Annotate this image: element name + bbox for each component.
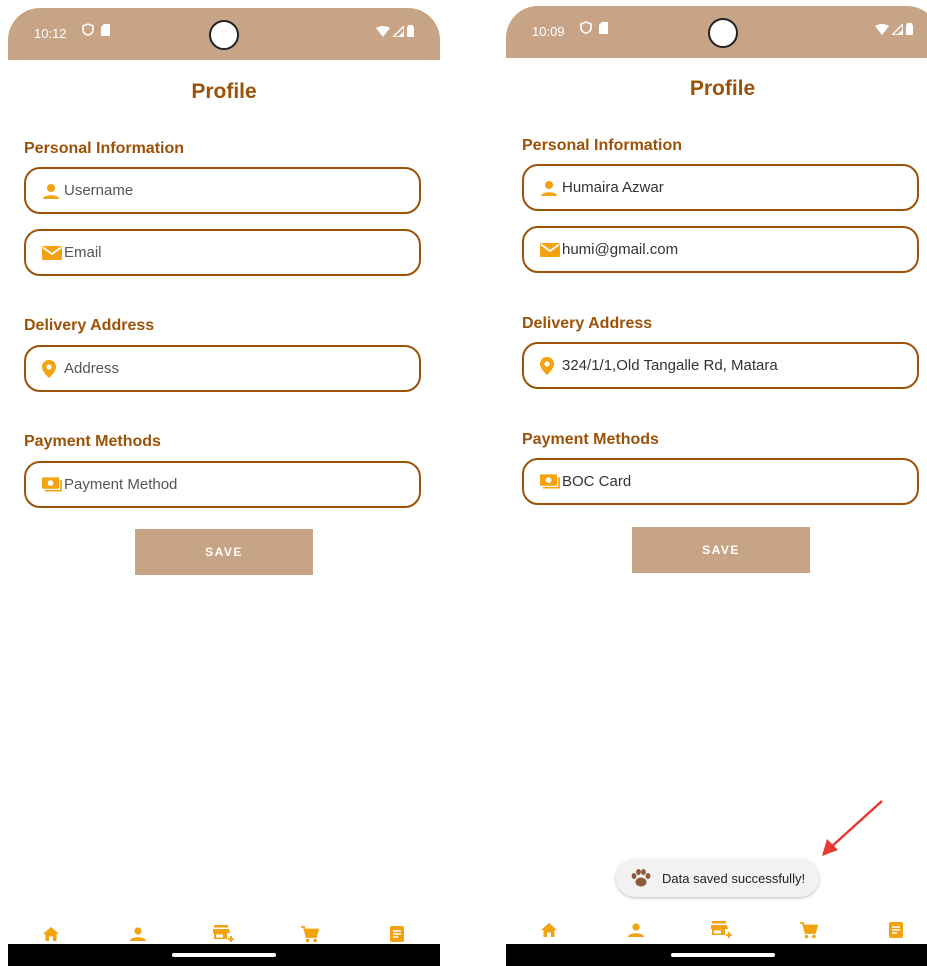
cart-icon[interactable] bbox=[797, 918, 821, 942]
sim-card-icon bbox=[599, 21, 608, 34]
person-icon bbox=[42, 183, 62, 199]
section-payment-methods: Payment Methods bbox=[24, 433, 161, 450]
home-indicator[interactable] bbox=[670, 953, 775, 957]
profile-icon[interactable] bbox=[624, 918, 648, 942]
page-title: Profile bbox=[689, 77, 756, 100]
sim-card-icon bbox=[101, 23, 110, 36]
gesture-bar bbox=[506, 944, 927, 966]
status-time: 10:12 bbox=[34, 26, 67, 41]
battery-icon bbox=[906, 23, 913, 35]
cart-icon[interactable] bbox=[298, 922, 322, 946]
email-value: humi@gmail.com bbox=[562, 241, 679, 258]
email-placeholder: Email bbox=[64, 244, 102, 261]
location-pin-icon bbox=[42, 359, 62, 378]
save-button[interactable]: SAVE bbox=[135, 529, 313, 575]
phone-screen-left: 10:12 Profile Personal Information Usern… bbox=[8, 8, 440, 966]
person-icon bbox=[540, 180, 560, 196]
camera-cutout bbox=[707, 18, 738, 48]
payment-icon bbox=[540, 474, 560, 489]
username-value: Humaira Azwar bbox=[562, 179, 664, 196]
payment-method-value: BOC Card bbox=[562, 473, 632, 490]
toast-notification: Data saved successfully! bbox=[616, 859, 820, 897]
address-placeholder: Address bbox=[64, 360, 120, 377]
wifi-icon bbox=[376, 25, 390, 37]
username-placeholder: Username bbox=[64, 182, 134, 199]
payment-method-field[interactable]: BOC Card bbox=[522, 458, 919, 505]
signal-icon bbox=[393, 25, 404, 37]
status-icons-right bbox=[376, 25, 414, 37]
shield-icon bbox=[580, 21, 592, 34]
camera-cutout bbox=[209, 20, 239, 50]
paw-icon bbox=[630, 868, 652, 888]
address-field[interactable]: 324/1/1,Old Tangalle Rd, Matara bbox=[522, 342, 919, 389]
orders-icon[interactable] bbox=[884, 918, 908, 942]
page-title: Profile bbox=[191, 80, 257, 103]
section-personal-information: Personal Information bbox=[24, 140, 185, 157]
username-field[interactable]: Humaira Azwar bbox=[522, 164, 919, 211]
section-personal-information: Personal Information bbox=[522, 137, 683, 154]
status-icons-left bbox=[580, 21, 608, 34]
bottom-navigation bbox=[506, 912, 927, 948]
orders-icon[interactable] bbox=[385, 922, 409, 946]
profile-icon[interactable] bbox=[126, 922, 150, 946]
home-icon[interactable] bbox=[537, 918, 561, 942]
address-field[interactable]: Address bbox=[24, 345, 421, 392]
battery-icon bbox=[407, 25, 414, 37]
home-indicator[interactable] bbox=[172, 953, 276, 957]
mail-icon bbox=[540, 242, 560, 257]
section-delivery-address: Delivery Address bbox=[522, 315, 653, 332]
location-pin-icon bbox=[540, 356, 560, 375]
section-delivery-address: Delivery Address bbox=[24, 317, 155, 334]
gesture-bar bbox=[8, 944, 440, 966]
email-field[interactable]: humi@gmail.com bbox=[522, 226, 919, 273]
payment-icon bbox=[42, 477, 62, 492]
signal-icon bbox=[892, 23, 903, 35]
wifi-icon bbox=[875, 23, 889, 35]
status-bar: 10:12 bbox=[8, 8, 440, 60]
add-store-icon[interactable] bbox=[710, 918, 734, 942]
status-bar: 10:09 bbox=[506, 6, 927, 58]
status-icons-left bbox=[82, 23, 110, 36]
status-time: 10:09 bbox=[532, 24, 565, 39]
address-value: 324/1/1,Old Tangalle Rd, Matara bbox=[562, 357, 778, 374]
payment-method-placeholder: Payment Method bbox=[64, 476, 178, 493]
save-button[interactable]: SAVE bbox=[632, 527, 810, 573]
section-payment-methods: Payment Methods bbox=[522, 431, 659, 448]
shield-icon bbox=[82, 23, 94, 36]
home-icon[interactable] bbox=[39, 922, 63, 946]
status-icons-right bbox=[875, 23, 913, 35]
email-field[interactable]: Email bbox=[24, 229, 421, 276]
red-arrow-annotation bbox=[822, 800, 883, 856]
mail-icon bbox=[42, 245, 62, 260]
payment-method-field[interactable]: Payment Method bbox=[24, 461, 421, 508]
toast-message: Data saved successfully! bbox=[662, 870, 806, 886]
username-field[interactable]: Username bbox=[24, 167, 421, 214]
add-store-icon[interactable] bbox=[212, 922, 236, 946]
